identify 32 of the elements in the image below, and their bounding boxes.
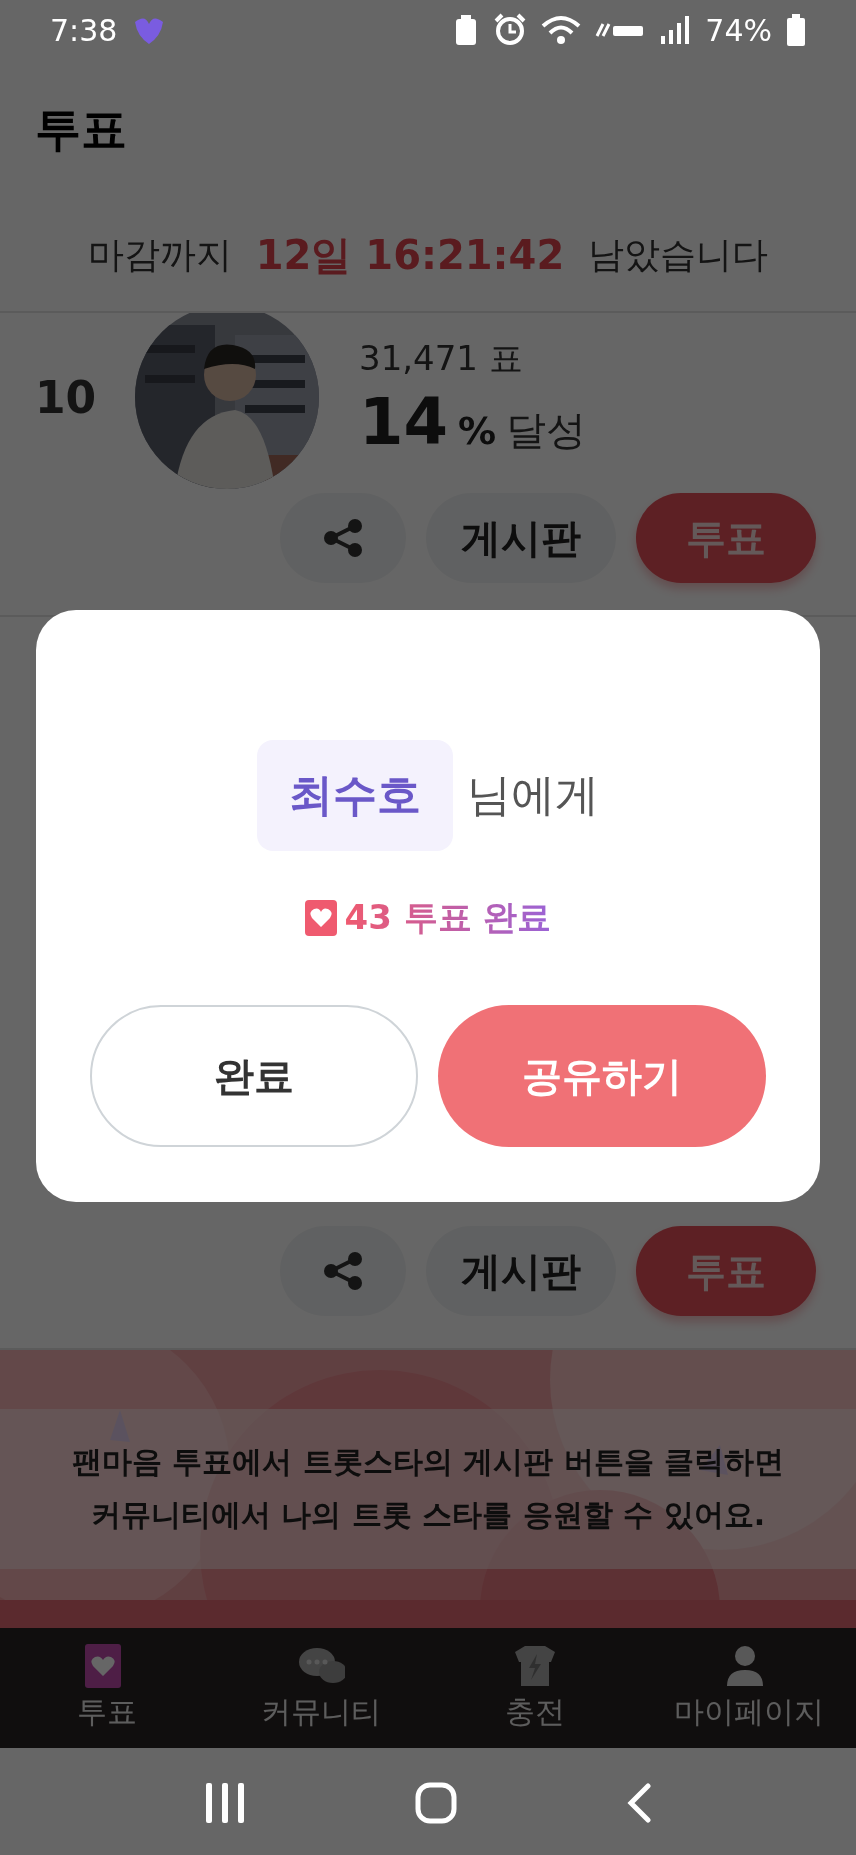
share-button[interactable]: 공유하기 — [438, 1005, 766, 1147]
battery-icon — [786, 14, 806, 46]
share-icon — [323, 518, 363, 558]
percent-value: 14 — [359, 390, 449, 454]
back-icon[interactable] — [625, 1783, 652, 1823]
home-icon[interactable] — [415, 1782, 457, 1824]
status-time: 7:38 — [50, 12, 118, 48]
done-button[interactable]: 완료 — [90, 1005, 418, 1147]
percent-sign: % — [458, 409, 497, 453]
nav-tab[interactable]: 마이페이지 — [674, 1691, 824, 1733]
board-button[interactable]: 게시판 — [426, 1226, 616, 1316]
share-icon — [323, 1251, 363, 1291]
countdown-label: 남았습니다 — [588, 233, 769, 277]
alarm-icon — [493, 13, 528, 47]
banner-text: 커뮤니티에서 나의 트롯 스타를 응원할 수 있어요. — [90, 1496, 766, 1534]
board-button[interactable]: 게시판 — [426, 493, 616, 583]
page-title: 투표 — [35, 101, 127, 158]
battery-percent: 74% — [705, 12, 772, 48]
nav-tab[interactable]: 커뮤니티 — [261, 1691, 381, 1733]
achievement-label: 달성 — [506, 406, 587, 455]
signal-icon — [659, 14, 692, 46]
vote-count: 31,471 표 — [359, 337, 524, 380]
banner-text: 팬마음 투표에서 트롯스타의 게시판 버튼을 클릭하면 — [71, 1443, 785, 1481]
recent-apps-icon[interactable] — [204, 1781, 247, 1825]
nav-tab[interactable]: 투표 — [77, 1691, 137, 1733]
nav-tab[interactable]: 충전 — [505, 1691, 565, 1733]
countdown-time: 12일 16:21:42 — [255, 231, 565, 280]
recipient-name: 최수호 — [257, 740, 453, 851]
recipient-suffix: 님에게 — [467, 768, 599, 822]
wifi-icon — [541, 14, 582, 46]
rank-number: 10 — [35, 371, 98, 423]
countdown-label: 마감까지 — [87, 233, 232, 277]
